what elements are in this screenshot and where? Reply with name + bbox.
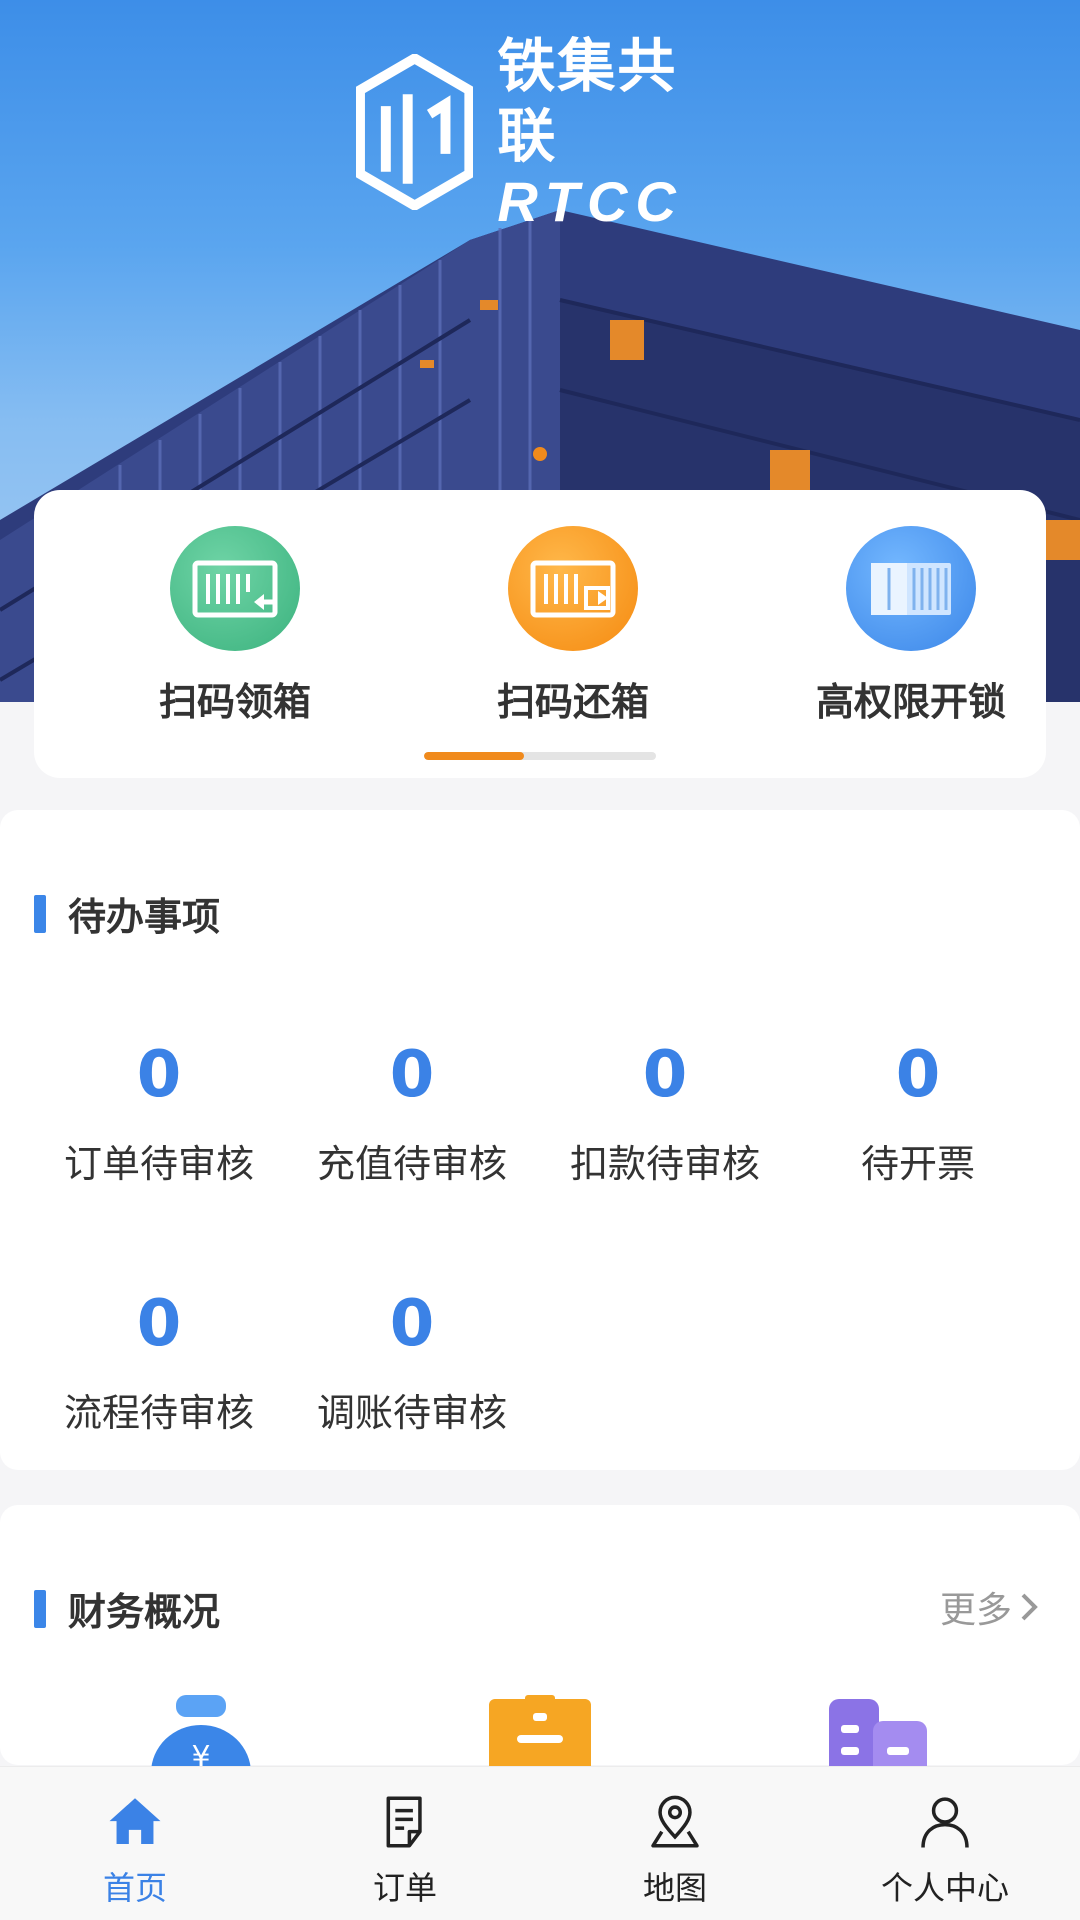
stat-value: 0 (389, 1287, 435, 1361)
todo-section-title: 待办事项 (34, 886, 220, 941)
todo-section: 待办事项 0 订单待审核 0 充值待审核 0 扣款待审核 0 待开票 0 流程待… (0, 810, 1080, 1470)
scan-pickup-label: 扫码领箱 (158, 680, 311, 724)
building-icon[interactable] (823, 1695, 933, 1775)
scan-return-label: 扫码还箱 (496, 680, 649, 724)
tab-profile-label: 个人中心 (880, 1869, 1009, 1907)
stat-value: 0 (389, 1038, 435, 1112)
todo-adjustment-pending[interactable]: 0 调账待审核 (287, 1284, 537, 1437)
clipboard-icon[interactable] (485, 1695, 595, 1775)
finance-more-link[interactable]: 更多 (940, 1581, 1040, 1633)
container-unlock-icon (846, 526, 976, 651)
todo-invoice-pending[interactable]: 0 待开票 (793, 1035, 1043, 1188)
container-scan-out-icon (508, 526, 638, 651)
map-pin-icon (651, 1795, 699, 1848)
stat-label: 订单待审核 (63, 1142, 254, 1186)
high-permission-unlock-label: 高权限开锁 (815, 680, 1006, 724)
quick-actions-card: 扫码领箱 扫码还箱 高权限开锁 (34, 490, 1046, 778)
tab-map[interactable]: 地图 (540, 1779, 810, 1909)
scan-return-container-button[interactable]: 扫码还箱 (423, 526, 723, 726)
stat-label: 充值待审核 (316, 1142, 507, 1186)
high-permission-unlock-button[interactable]: 高权限开锁 (761, 526, 1061, 726)
todo-process-pending[interactable]: 0 流程待审核 (34, 1284, 284, 1437)
stat-label: 流程待审核 (63, 1391, 254, 1435)
brand-name-cn: 铁集共联 (497, 32, 678, 170)
todo-deduction-pending[interactable]: 0 扣款待审核 (540, 1035, 790, 1188)
finance-section: 财务概况 更多 ¥ (0, 1505, 1080, 1775)
tab-home[interactable]: 首页 (0, 1779, 270, 1909)
todo-recharge-pending[interactable]: 0 充值待审核 (287, 1035, 537, 1188)
stat-label: 调账待审核 (316, 1391, 507, 1435)
scan-pickup-container-button[interactable]: 扫码领箱 (85, 526, 385, 726)
user-profile-icon (921, 1797, 969, 1848)
actions-scroll-thumb (424, 752, 524, 760)
stat-value: 0 (895, 1038, 941, 1112)
tab-home-label: 首页 (102, 1869, 167, 1907)
tab-profile[interactable]: 个人中心 (810, 1779, 1080, 1909)
tab-orders[interactable]: 订单 (270, 1779, 540, 1909)
home-icon (109, 1798, 161, 1844)
chevron-right-icon (1021, 1593, 1038, 1621)
tab-orders-label: 订单 (372, 1869, 437, 1907)
title-accent-bar (34, 894, 46, 933)
tab-map-label: 地图 (642, 1869, 707, 1907)
banner-page-indicator[interactable] (533, 447, 547, 461)
brand-name-en: RTCC (497, 170, 684, 233)
money-bag-icon[interactable]: ¥ (146, 1695, 256, 1775)
order-document-icon (386, 1796, 422, 1848)
todo-order-pending[interactable]: 0 订单待审核 (34, 1035, 284, 1188)
rtcc-logo-icon (356, 54, 474, 210)
more-label: 更多 (939, 1590, 1012, 1631)
title-accent-bar (34, 1589, 46, 1628)
stat-label: 扣款待审核 (569, 1142, 760, 1186)
brand-logo: 铁集共联 RTCC (356, 32, 736, 233)
stat-value: 0 (136, 1038, 182, 1112)
finance-section-title: 财务概况 (34, 1581, 220, 1636)
actions-scroll-indicator (424, 752, 656, 760)
container-scan-in-icon (170, 526, 300, 651)
todo-title-text: 待办事项 (68, 895, 221, 939)
bottom-tab-bar: 首页 订单 地图 个人中心 (0, 1766, 1080, 1920)
stat-value: 0 (642, 1038, 688, 1112)
stat-value: 0 (136, 1287, 182, 1361)
stat-label: 待开票 (860, 1142, 975, 1186)
finance-title-text: 财务概况 (68, 1590, 221, 1634)
